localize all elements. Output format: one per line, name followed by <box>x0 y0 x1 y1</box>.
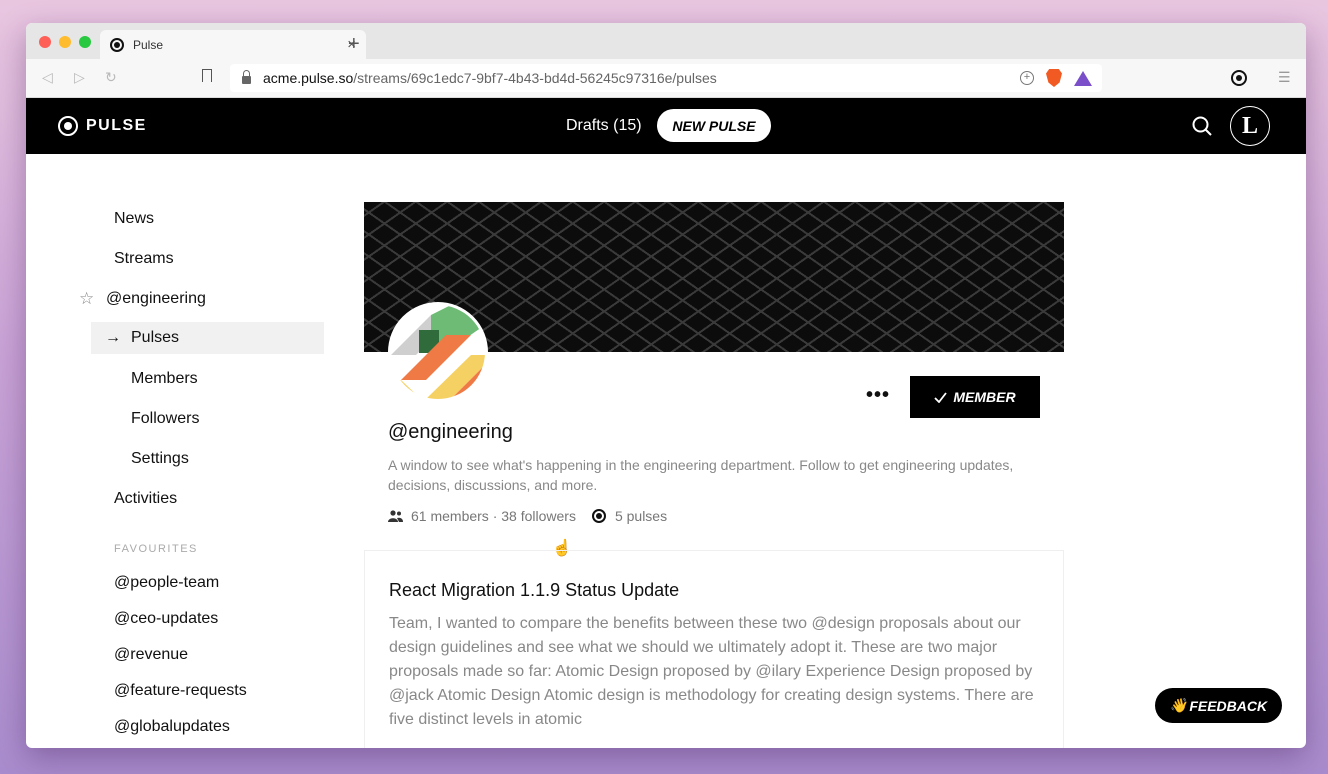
sidebar-item-pulses[interactable]: → Pulses <box>91 322 324 354</box>
rewards-icon[interactable] <box>1074 70 1092 86</box>
stream-avatar-image <box>391 305 485 399</box>
tab-title: Pulse <box>133 37 164 52</box>
reload-icon[interactable]: ↻ <box>105 69 117 86</box>
pulse-excerpt: Team, I wanted to compare the benefits b… <box>389 615 1034 728</box>
new-pulse-button[interactable]: NEW PULSE <box>657 109 771 142</box>
member-button[interactable]: MEMBER <box>910 376 1040 418</box>
pulses-count: 5 pulses <box>614 508 668 524</box>
sidebar-item-stream[interactable]: @engineering <box>106 290 206 308</box>
sidebar-item-streams[interactable]: Streams <box>114 250 174 268</box>
stream-stats: 61 members · 38 followers 5 pulses <box>388 508 667 524</box>
pulse-icon <box>591 509 606 523</box>
sidebar-item-members[interactable]: Members <box>131 370 198 388</box>
favourites-heading: FAVOURITES <box>114 543 198 555</box>
minimize-window-button[interactable] <box>59 36 71 48</box>
favourite-item[interactable]: @feature-requests <box>114 682 247 700</box>
lock-icon <box>242 70 251 84</box>
browser-menu-icon[interactable]: ☰ <box>1278 69 1291 86</box>
user-avatar[interactable]: L <box>1230 106 1270 146</box>
zoom-icon[interactable]: + <box>1020 71 1034 85</box>
close-window-button[interactable] <box>39 36 51 48</box>
logo-text: PULSE <box>86 117 147 134</box>
maximize-window-button[interactable] <box>79 36 91 48</box>
sidebar-item-label: Pulses <box>131 329 180 346</box>
pulse-logo-icon <box>58 116 78 136</box>
brave-shield-icon[interactable] <box>1046 69 1062 87</box>
pulse-card[interactable]: React Migration 1.1.9 Status Update Team… <box>364 550 1064 748</box>
url-text: acme.pulse.so/streams/69c1edc7-9bf7-4b43… <box>263 70 717 86</box>
sidebar-item-followers[interactable]: Followers <box>131 410 199 428</box>
star-icon[interactable]: ☆ <box>79 289 94 309</box>
search-icon[interactable] <box>1192 116 1212 136</box>
app-header: PULSE Drafts (15) NEW PULSE L <box>26 98 1306 154</box>
arrow-right-icon: → <box>105 329 121 346</box>
window-controls <box>39 36 91 48</box>
favourite-item[interactable]: @globalupdates <box>114 718 230 736</box>
address-bar[interactable]: acme.pulse.so/streams/69c1edc7-9bf7-4b43… <box>230 64 1102 92</box>
favourite-item[interactable]: @revenue <box>114 646 188 664</box>
tab-strip: Pulse × + <box>26 23 1306 59</box>
feedback-label: FEEDBACK <box>1189 697 1268 714</box>
sidebar-item-settings[interactable]: Settings <box>131 450 189 468</box>
stream-description: A window to see what's happening in the … <box>388 457 1014 493</box>
pulse-title[interactable]: React Migration 1.1.9 Status Update <box>389 580 679 601</box>
sidebar-item-news[interactable]: News <box>114 210 154 228</box>
more-options-button[interactable]: ••• <box>866 385 890 405</box>
pulse-logo[interactable]: PULSE <box>58 116 147 136</box>
bookmark-icon[interactable] <box>202 69 212 82</box>
browser-window: Pulse × + ◁ ▷ ↻ acme.pulse.so/streams/69… <box>26 23 1306 748</box>
drafts-link[interactable]: Drafts (15) <box>566 117 642 135</box>
new-tab-button[interactable]: + <box>348 34 360 54</box>
member-button-label: MEMBER <box>953 389 1016 405</box>
favourite-item[interactable]: @people-team <box>114 574 219 592</box>
sidebar-item-activities[interactable]: Activities <box>114 490 177 508</box>
feedback-button[interactable]: 👋 FEEDBACK <box>1155 688 1282 723</box>
extension-icon[interactable] <box>1231 70 1247 86</box>
forward-icon[interactable]: ▷ <box>74 69 85 86</box>
browser-tab[interactable]: Pulse × <box>100 30 366 59</box>
favourite-item[interactable]: @ceo-updates <box>114 610 218 628</box>
members-followers-count[interactable]: 61 members · 38 followers <box>411 508 576 524</box>
back-icon[interactable]: ◁ <box>42 69 53 86</box>
people-icon <box>388 510 403 522</box>
browser-toolbar: ◁ ▷ ↻ acme.pulse.so/streams/69c1edc7-9bf… <box>26 59 1306 98</box>
check-icon <box>934 391 948 403</box>
stream-avatar <box>388 302 488 402</box>
pulse-favicon-icon <box>110 37 124 52</box>
wave-icon: 👋 <box>1169 697 1188 713</box>
stream-title: @engineering <box>388 421 513 443</box>
